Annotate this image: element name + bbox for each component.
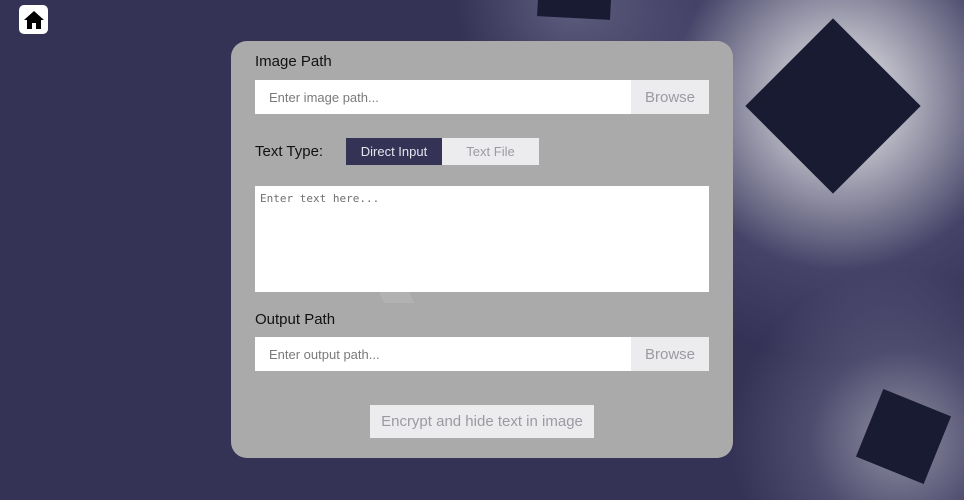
text-file-option[interactable]: Text File xyxy=(442,138,539,165)
output-path-input[interactable] xyxy=(255,337,631,371)
text-input-area[interactable] xyxy=(255,186,709,292)
image-path-label: Image Path xyxy=(255,53,332,70)
output-path-label: Output Path xyxy=(255,311,336,328)
decorative-square xyxy=(745,18,921,194)
text-type-toggle: Direct Input Text File xyxy=(346,138,539,165)
home-icon xyxy=(23,10,44,29)
encrypt-button[interactable]: Encrypt and hide text in image xyxy=(370,405,594,438)
home-button[interactable] xyxy=(19,5,48,34)
image-path-input[interactable] xyxy=(255,80,631,114)
direct-input-option[interactable]: Direct Input xyxy=(346,138,442,165)
output-browse-button[interactable]: Browse xyxy=(631,337,709,371)
decorative-square xyxy=(537,0,612,20)
encrypt-form-card: Image Path Browse Text Type: Direct Inpu… xyxy=(231,41,733,458)
decorative-square xyxy=(855,388,952,485)
output-path-row: Browse xyxy=(255,337,709,371)
image-browse-button[interactable]: Browse xyxy=(631,80,709,114)
text-type-label: Text Type: xyxy=(255,143,324,160)
image-path-row: Browse xyxy=(255,80,709,114)
